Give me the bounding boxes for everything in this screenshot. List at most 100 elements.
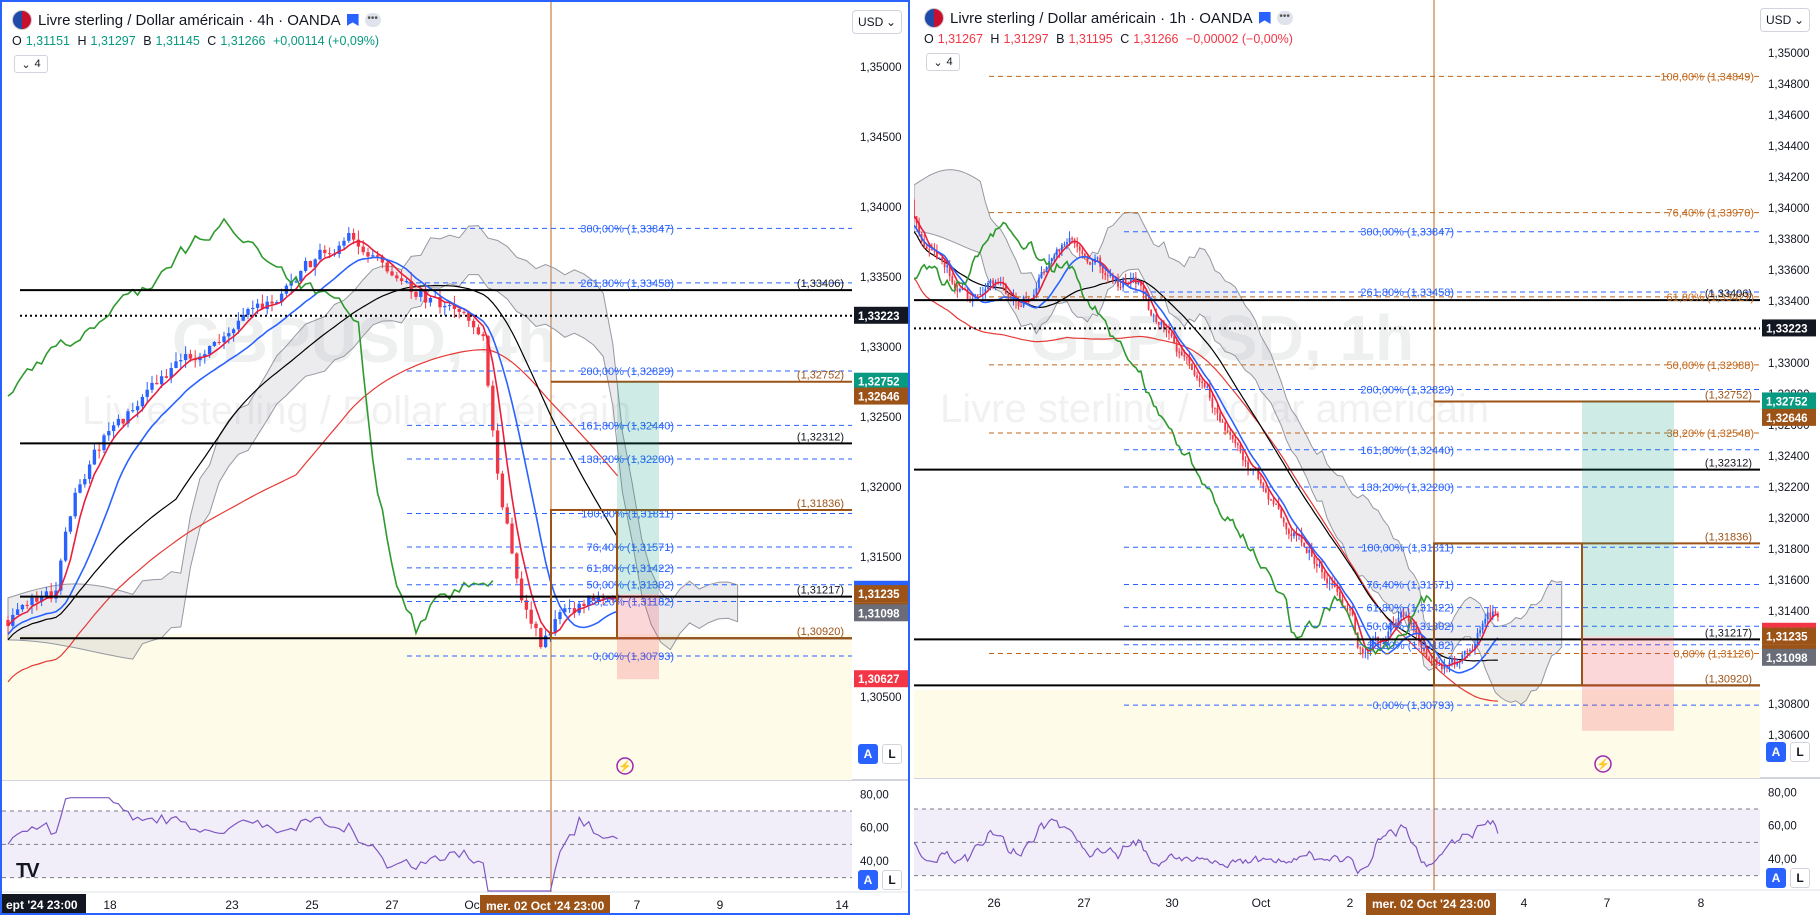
- candle-body: [1211, 398, 1214, 408]
- auto-scale-button[interactable]: A: [858, 744, 878, 764]
- candle-body: [1071, 238, 1073, 240]
- chart-canvas-4h[interactable]: GBPUSD, 4hLivre sterling / Dollar améric…: [2, 2, 908, 913]
- chart-canvas-1h[interactable]: GBPUSD, 1hLivre sterling / Dollar améric…: [914, 0, 1820, 915]
- price-axis-label: 1,31800: [1768, 544, 1810, 556]
- currency-select[interactable]: USD ⌄: [1760, 8, 1810, 32]
- price-tag-label: 1,31098: [1766, 653, 1808, 665]
- candle-body: [1137, 282, 1140, 284]
- tradingview-logo[interactable]: TV: [16, 860, 40, 883]
- candle-body: [1285, 522, 1288, 530]
- candle-body: [1119, 286, 1122, 288]
- level-label: (1,30920): [1705, 673, 1752, 685]
- chevron-down-icon: ⌄: [1793, 13, 1804, 27]
- rsi-axis-label: 60,00: [1768, 821, 1797, 833]
- candle-body: [1267, 492, 1270, 500]
- auto-scale-button[interactable]: A: [1766, 742, 1786, 762]
- candle-body: [1328, 583, 1331, 585]
- candle-body: [1076, 243, 1079, 247]
- candle-body: [992, 280, 994, 285]
- candle-body: [943, 260, 946, 268]
- candle-body: [107, 431, 111, 436]
- candle-body: [457, 309, 461, 312]
- symbol-title[interactable]: Livre sterling / Dollar américain · 4h ·…: [38, 12, 341, 29]
- candle-body: [1236, 443, 1239, 445]
- chart-panel-1h[interactable]: GBPUSD, 1h Livre sterling / Dollar améric…: [914, 0, 1820, 915]
- candle-body: [246, 309, 250, 315]
- candle-body: [1150, 309, 1153, 316]
- level-label: (1,32312): [1705, 458, 1752, 470]
- fib-level-label: 138,20% (1,32200): [1360, 482, 1454, 494]
- candle-body: [1290, 533, 1293, 537]
- price-tag-label: 1,33223: [1766, 323, 1808, 335]
- candle-body: [1045, 267, 1048, 272]
- candle-body: [529, 609, 533, 624]
- fib-level-label: 300,00% (1,33847): [580, 223, 674, 235]
- low-label: B: [143, 34, 152, 48]
- log-scale-button[interactable]: L: [882, 744, 902, 764]
- more-options-icon[interactable]: •••: [1276, 11, 1293, 25]
- candle-body: [1239, 444, 1242, 452]
- candle-body: [1484, 618, 1487, 624]
- candle-body: [534, 623, 538, 629]
- fib-level-label: 61,80% (1,31422): [1367, 603, 1454, 615]
- rsi-auto-scale-button[interactable]: A: [858, 870, 878, 890]
- long-position-profit-zone: [617, 381, 659, 595]
- currency-select[interactable]: USD ⌄: [852, 10, 902, 34]
- candle-body: [150, 382, 154, 390]
- candle-body: [419, 290, 423, 297]
- level-label: (1,33406): [797, 278, 844, 290]
- candle-body: [476, 327, 481, 335]
- more-options-icon[interactable]: •••: [364, 13, 381, 27]
- price-axis-label: 1,30500: [860, 692, 902, 704]
- candle-body: [361, 246, 365, 253]
- time-axis-label: 26: [987, 896, 1001, 910]
- candle-body: [1180, 351, 1183, 356]
- level-label: (1,31217): [797, 585, 844, 597]
- candle-body: [1272, 500, 1275, 504]
- candle-body: [1318, 564, 1321, 567]
- rsi-axis-label: 80,00: [860, 789, 889, 801]
- candle-body: [1469, 649, 1471, 652]
- candle-body: [1170, 333, 1173, 337]
- bookmark-icon[interactable]: [1258, 12, 1271, 24]
- rsi-log-scale-button[interactable]: L: [882, 870, 902, 890]
- candle-body: [1367, 651, 1369, 653]
- indicators-collapse-button[interactable]: ⌄ 4: [926, 53, 960, 71]
- candle-body: [1282, 517, 1285, 523]
- candle-body: [1155, 315, 1158, 323]
- bookmark-icon[interactable]: [346, 14, 359, 26]
- time-axis-label: 8: [1698, 896, 1705, 910]
- candle-body: [1229, 431, 1232, 435]
- price-axis-label: 1,33000: [1768, 358, 1810, 370]
- candle-body: [1425, 650, 1428, 658]
- fib-retracement-label: 100,00% (1,34849): [1660, 71, 1754, 83]
- candle-body: [987, 282, 989, 289]
- candle-body: [1063, 244, 1066, 246]
- symbol-title[interactable]: Livre sterling / Dollar américain · 1h ·…: [950, 10, 1253, 27]
- candle-body: [1089, 262, 1091, 265]
- candle-body: [111, 425, 116, 432]
- open-value: 1,31151: [25, 34, 70, 48]
- candle-body: [1058, 249, 1061, 252]
- candle-body: [471, 320, 476, 328]
- candle-body: [1078, 246, 1081, 251]
- log-scale-button[interactable]: L: [1790, 742, 1810, 762]
- rsi-log-scale-button[interactable]: L: [1790, 868, 1810, 888]
- rsi-axis-label: 80,00: [1768, 787, 1797, 799]
- rsi-auto-scale-button[interactable]: A: [1766, 868, 1786, 888]
- candle-body: [270, 301, 274, 304]
- rsi-axis-label: 40,00: [1768, 854, 1797, 866]
- candle-body: [938, 257, 941, 259]
- open-label: O: [12, 34, 22, 48]
- candle-body: [462, 311, 466, 313]
- candle-body: [1226, 430, 1229, 432]
- candle-body: [145, 389, 149, 397]
- high-value: 1,31297: [90, 34, 136, 48]
- high-label: H: [990, 32, 1000, 46]
- indicators-collapse-button[interactable]: ⌄ 4: [14, 55, 48, 73]
- candle-body: [1247, 461, 1249, 470]
- chart-panel-4h[interactable]: GBPUSD, 4h Livre sterling / Dollar améric…: [0, 0, 910, 915]
- candle-body: [1203, 383, 1206, 388]
- candle-body: [428, 297, 433, 303]
- candle-body: [1479, 630, 1481, 633]
